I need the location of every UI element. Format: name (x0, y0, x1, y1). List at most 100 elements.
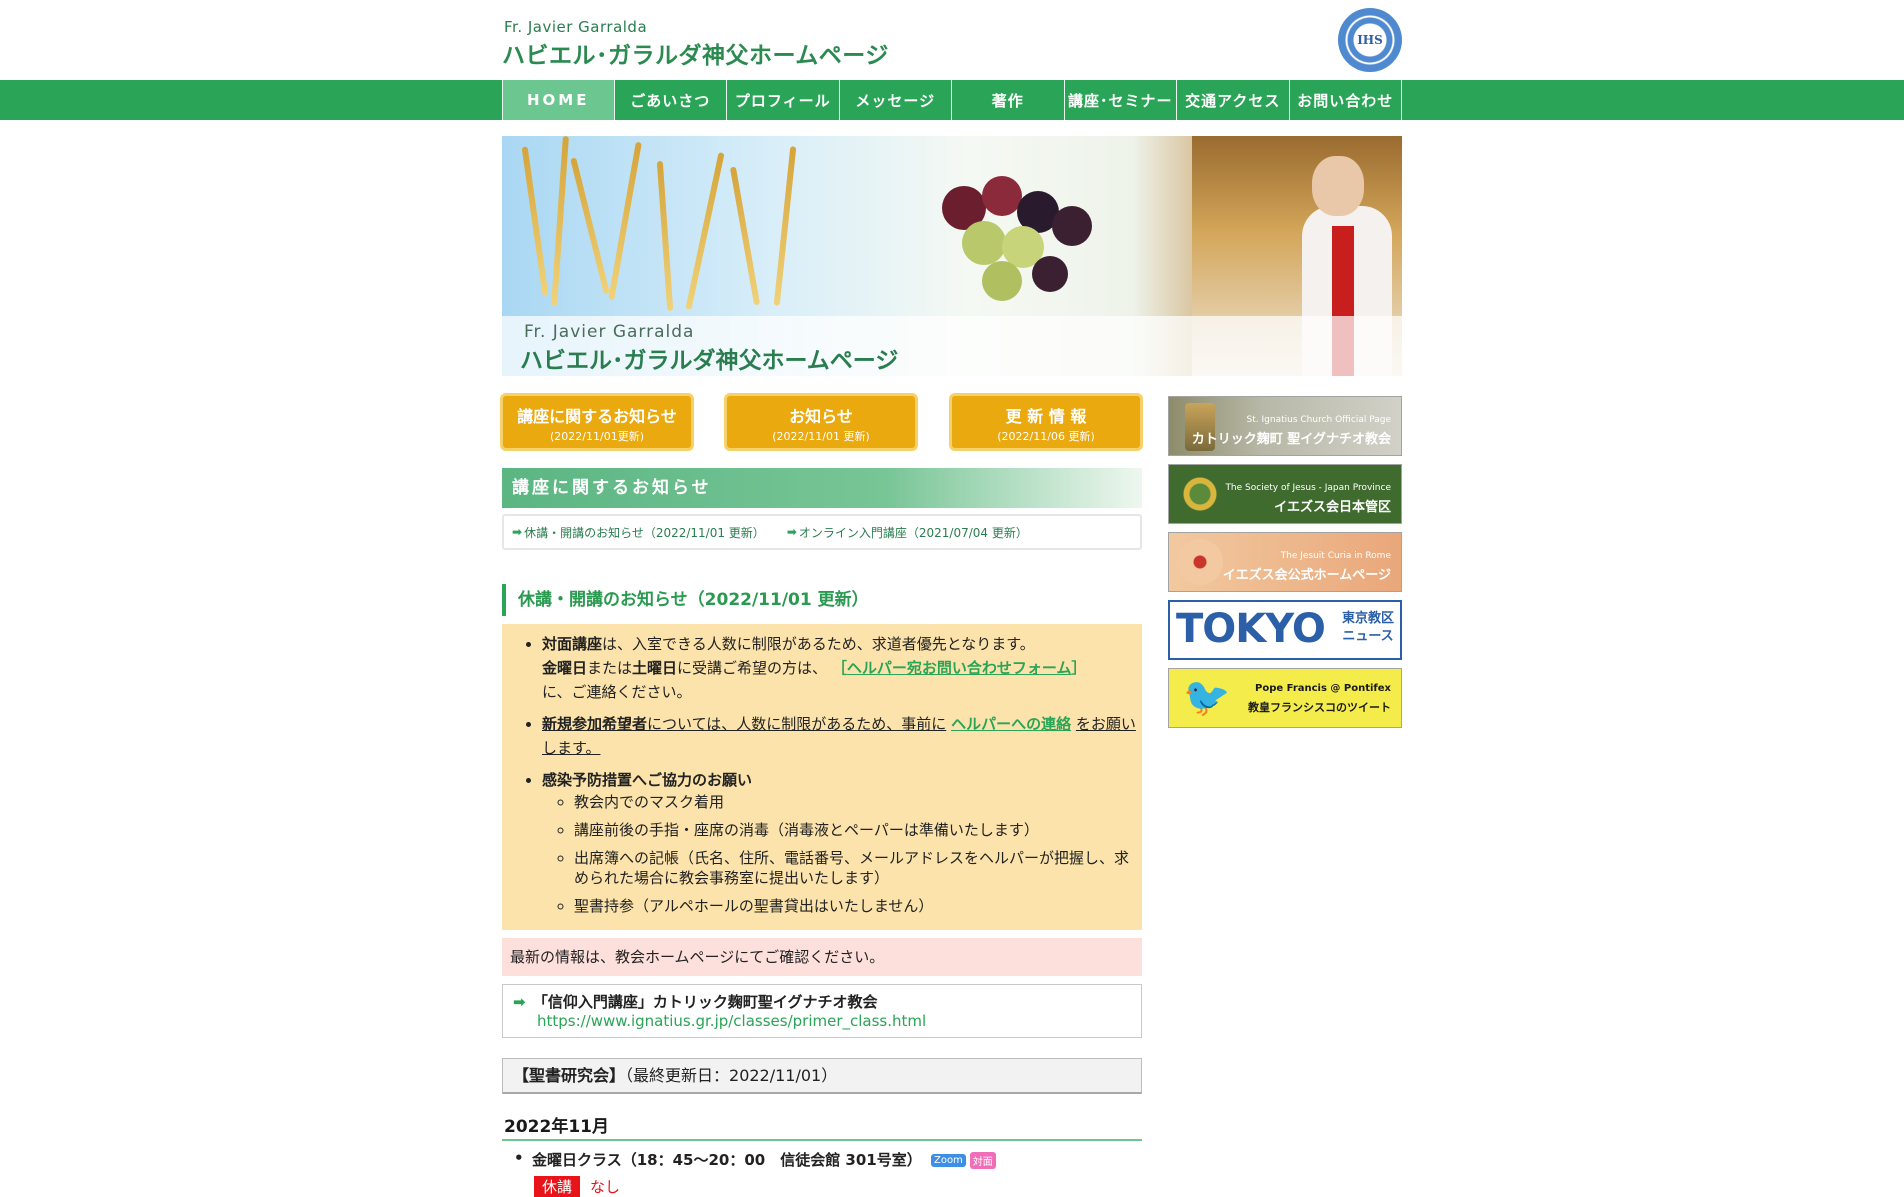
bracket-open: ［ (831, 659, 847, 677)
course-notice-button[interactable]: 講座に関するお知らせ (2022/11/01更新) (500, 393, 694, 451)
tokyo-diocese: 東京教区 (1341, 611, 1394, 626)
church-title-line: ➡ 「信仰入門講座」カトリック麹町聖イグナチオ教会 (513, 991, 1131, 1012)
news-button[interactable]: お知らせ (2022/11/01 更新) (724, 393, 918, 451)
bible-study-updated: （最終更新日：2022/11/01） (625, 1066, 838, 1085)
nav-access[interactable]: 交通アクセス (1177, 80, 1290, 120)
twitter-bird-icon: 🐦 (1183, 675, 1231, 719)
helper-contact-form-link[interactable]: ヘルパー宛お問い合わせフォーム (847, 659, 1072, 677)
in-person-badge: 対面 (969, 1152, 996, 1169)
banner-line2: 教皇フランシスコのツイート (1248, 701, 1391, 714)
jesuit-japan-banner[interactable]: The Society of Jesus - Japan Province イエ… (1168, 464, 1402, 524)
pope-twitter-banner[interactable]: 🐦 Pope Francis @ Pontifex 教皇フランシスコのツイート (1168, 668, 1402, 728)
info-bold: 新規参加希望者 (542, 715, 648, 733)
measure-item: 教会内でのマスク着用 (574, 792, 1142, 812)
news-title: お知らせ (789, 407, 853, 426)
closure-sub-heading: 休講・開講のお知らせ（2022/11/01 更新） (502, 584, 1142, 616)
nav-home[interactable]: HOME (502, 80, 615, 120)
site-subtitle: Fr. Javier Garralda (504, 18, 648, 36)
banner-line2: カトリック麹町 聖イグナチオ教会 (1191, 432, 1391, 447)
priest-head (1312, 156, 1364, 216)
course-notice-date: (2022/11/01更新) (550, 430, 644, 443)
info-item-new-participants: 新規参加希望者については、人数に制限があるため、事前に ヘルパーへの連絡 をお願… (542, 712, 1142, 760)
measure-item: 講座前後の手指・座席の消毒（消毒液とペーパーは準備いたします） (574, 820, 1142, 840)
arrow-right-icon: ➡ (512, 525, 523, 539)
banner-line1: St. Ignatius Church Official Page (1246, 415, 1391, 425)
update-info-title: 更 新 情 報 (1005, 407, 1087, 426)
info-list: 対面講座は、入室できる人数に制限があるため、求道者優先となります。 金曜日または… (502, 632, 1142, 916)
wheat-stalk (521, 146, 549, 296)
info-bold: 感染予防措置へご協力のお願い (542, 771, 753, 789)
info-text: に受講ご希望の方は、 (677, 659, 828, 677)
wheat-stalk (773, 146, 797, 306)
info-item-inperson: 対面講座は、入室できる人数に制限があるため、求道者優先となります。 金曜日または… (542, 632, 1142, 704)
friday-class-text: 金曜日クラス（18：45～20：00 信徒会館 301号室） (532, 1151, 922, 1169)
wheat-stalk (685, 152, 725, 310)
info-text: については、人数に制限があるため、事前に (647, 715, 947, 733)
news-date: (2022/11/01 更新) (772, 430, 870, 443)
jesuit-curia-banner[interactable]: The Jesuit Curia in Rome イエズス会公式ホームページ (1168, 532, 1402, 592)
grapes-image (902, 166, 1102, 316)
banner-line1: The Jesuit Curia in Rome (1280, 551, 1391, 561)
info-text: に、ご連絡ください。 (542, 683, 692, 701)
closure-value: なし (590, 1178, 621, 1196)
ihs-seal-text: IHS (1357, 33, 1383, 47)
jesuit-seal-icon (1177, 471, 1223, 517)
closure-notice-link[interactable]: 休講・開講のお知らせ（2022/11/01 更新） (524, 524, 765, 541)
church-link-box: ➡ 「信仰入門講座」カトリック麹町聖イグナチオ教会 https://www.ig… (502, 984, 1142, 1038)
nav-inner: HOME ごあいさつ プロフィール メッセージ 著作 講座･セミナー 交通アクセ… (502, 80, 1402, 120)
bible-study-title: 【聖書研究会】 (513, 1066, 626, 1085)
site-header: Fr. Javier Garralda ハビエル･ガラルダ神父ホームページ IH… (502, 0, 1402, 80)
wheat-stalk (608, 141, 642, 301)
tokyo-news-label: 東京教区 ニュース (1342, 610, 1394, 646)
arrow-right-icon: ➡ (513, 993, 526, 1011)
info-bold: 土曜日 (632, 659, 678, 677)
nav-contact[interactable]: お問い合わせ (1290, 80, 1402, 120)
banner-line2: イエズス会公式ホームページ (1222, 568, 1391, 583)
hero-banner: Fr. Javier Garralda ハビエル･ガラルダ神父ホームページ (502, 136, 1402, 376)
closure-label: 休講 (534, 1176, 581, 1197)
nav-message[interactable]: メッセージ (840, 80, 952, 120)
church-url-link[interactable]: https://www.ignatius.gr.jp/classes/prime… (513, 1012, 1131, 1030)
info-text: または (587, 659, 633, 677)
ignatius-church-banner[interactable]: St. Ignatius Church Official Page カトリック麹… (1168, 396, 1402, 456)
closure-line: 休講 なし (502, 1176, 1142, 1197)
main-content: 講座に関するお知らせ ➡ 休講・開講のお知らせ（2022/11/01 更新） ➡… (502, 468, 1142, 1197)
nav-seminar[interactable]: 講座･セミナー (1065, 80, 1177, 120)
jesuit-cross-icon (1177, 539, 1223, 585)
update-info-button[interactable]: 更 新 情 報 (2022/11/06 更新) (949, 393, 1143, 451)
measure-item: 聖書持参（アルペホールの聖書貸出はいたしません） (574, 896, 1142, 916)
tokyo-news-banner[interactable]: TOKYO 東京教区 ニュース (1168, 600, 1402, 660)
nav-profile[interactable]: プロフィール (727, 80, 840, 120)
update-info-date: (2022/11/06 更新) (997, 430, 1095, 443)
wheat-stalk (729, 166, 761, 306)
info-item-infection: 感染予防措置へご協力のお願い 教会内でのマスク着用 講座前後の手指・座席の消毒（… (542, 768, 1142, 916)
hero-subtitle: Fr. Javier Garralda (524, 322, 695, 342)
page: Fr. Javier Garralda ハビエル･ガラルダ神父ホームページ IH… (0, 0, 1904, 1197)
course-notice-title: 講座に関するお知らせ (517, 407, 677, 426)
church-notice: 最新の情報は、教会ホームページにてご確認ください。 (502, 938, 1142, 976)
info-text: は、入室できる人数に制限があるため、求道者優先となります。 (602, 635, 1035, 653)
helper-contact-link[interactable]: ヘルパーへの連絡 (951, 715, 1071, 733)
main-nav: HOME ごあいさつ プロフィール メッセージ 著作 講座･セミナー 交通アクセ… (0, 80, 1904, 120)
bracket-close: ］ (1071, 659, 1087, 677)
tokyo-logo-text: TOKYO (1176, 606, 1326, 652)
bible-study-box: 【聖書研究会】（最終更新日：2022/11/01） (502, 1058, 1142, 1094)
tokyo-news: ニュース (1342, 629, 1394, 644)
banner-line2: イエズス会日本管区 (1274, 500, 1391, 515)
month-heading: 2022年11月 (502, 1112, 1142, 1141)
info-bold: 金曜日 (542, 659, 588, 677)
banner-line1: The Society of Jesus - Japan Province (1225, 483, 1391, 493)
nav-greeting[interactable]: ごあいさつ (615, 80, 727, 120)
nav-books[interactable]: 著作 (952, 80, 1065, 120)
wheat-stalk (656, 160, 674, 312)
measure-item: 出席簿への記帳（氏名、住所、電話番号、メールアドレスをヘルパーが把握し、求められ… (574, 848, 1142, 888)
hero-title: ハビエル･ガラルダ神父ホームページ (520, 348, 899, 374)
info-bold: 対面講座 (542, 635, 603, 653)
section-link-box: ➡ 休講・開講のお知らせ（2022/11/01 更新） ➡ オンライン入門講座（… (502, 514, 1142, 550)
ihs-seal-icon: IHS (1338, 8, 1402, 72)
site-title[interactable]: ハビエル･ガラルダ神父ホームページ (502, 36, 889, 70)
arrow-right-icon: ➡ (786, 525, 797, 539)
wheat-stalk (570, 157, 610, 295)
infection-measures-list: 教会内でのマスク着用 講座前後の手指・座席の消毒（消毒液とペーパーは準備いたしま… (542, 792, 1142, 916)
online-course-link[interactable]: オンライン入門講座（2021/07/04 更新） (799, 524, 1028, 541)
